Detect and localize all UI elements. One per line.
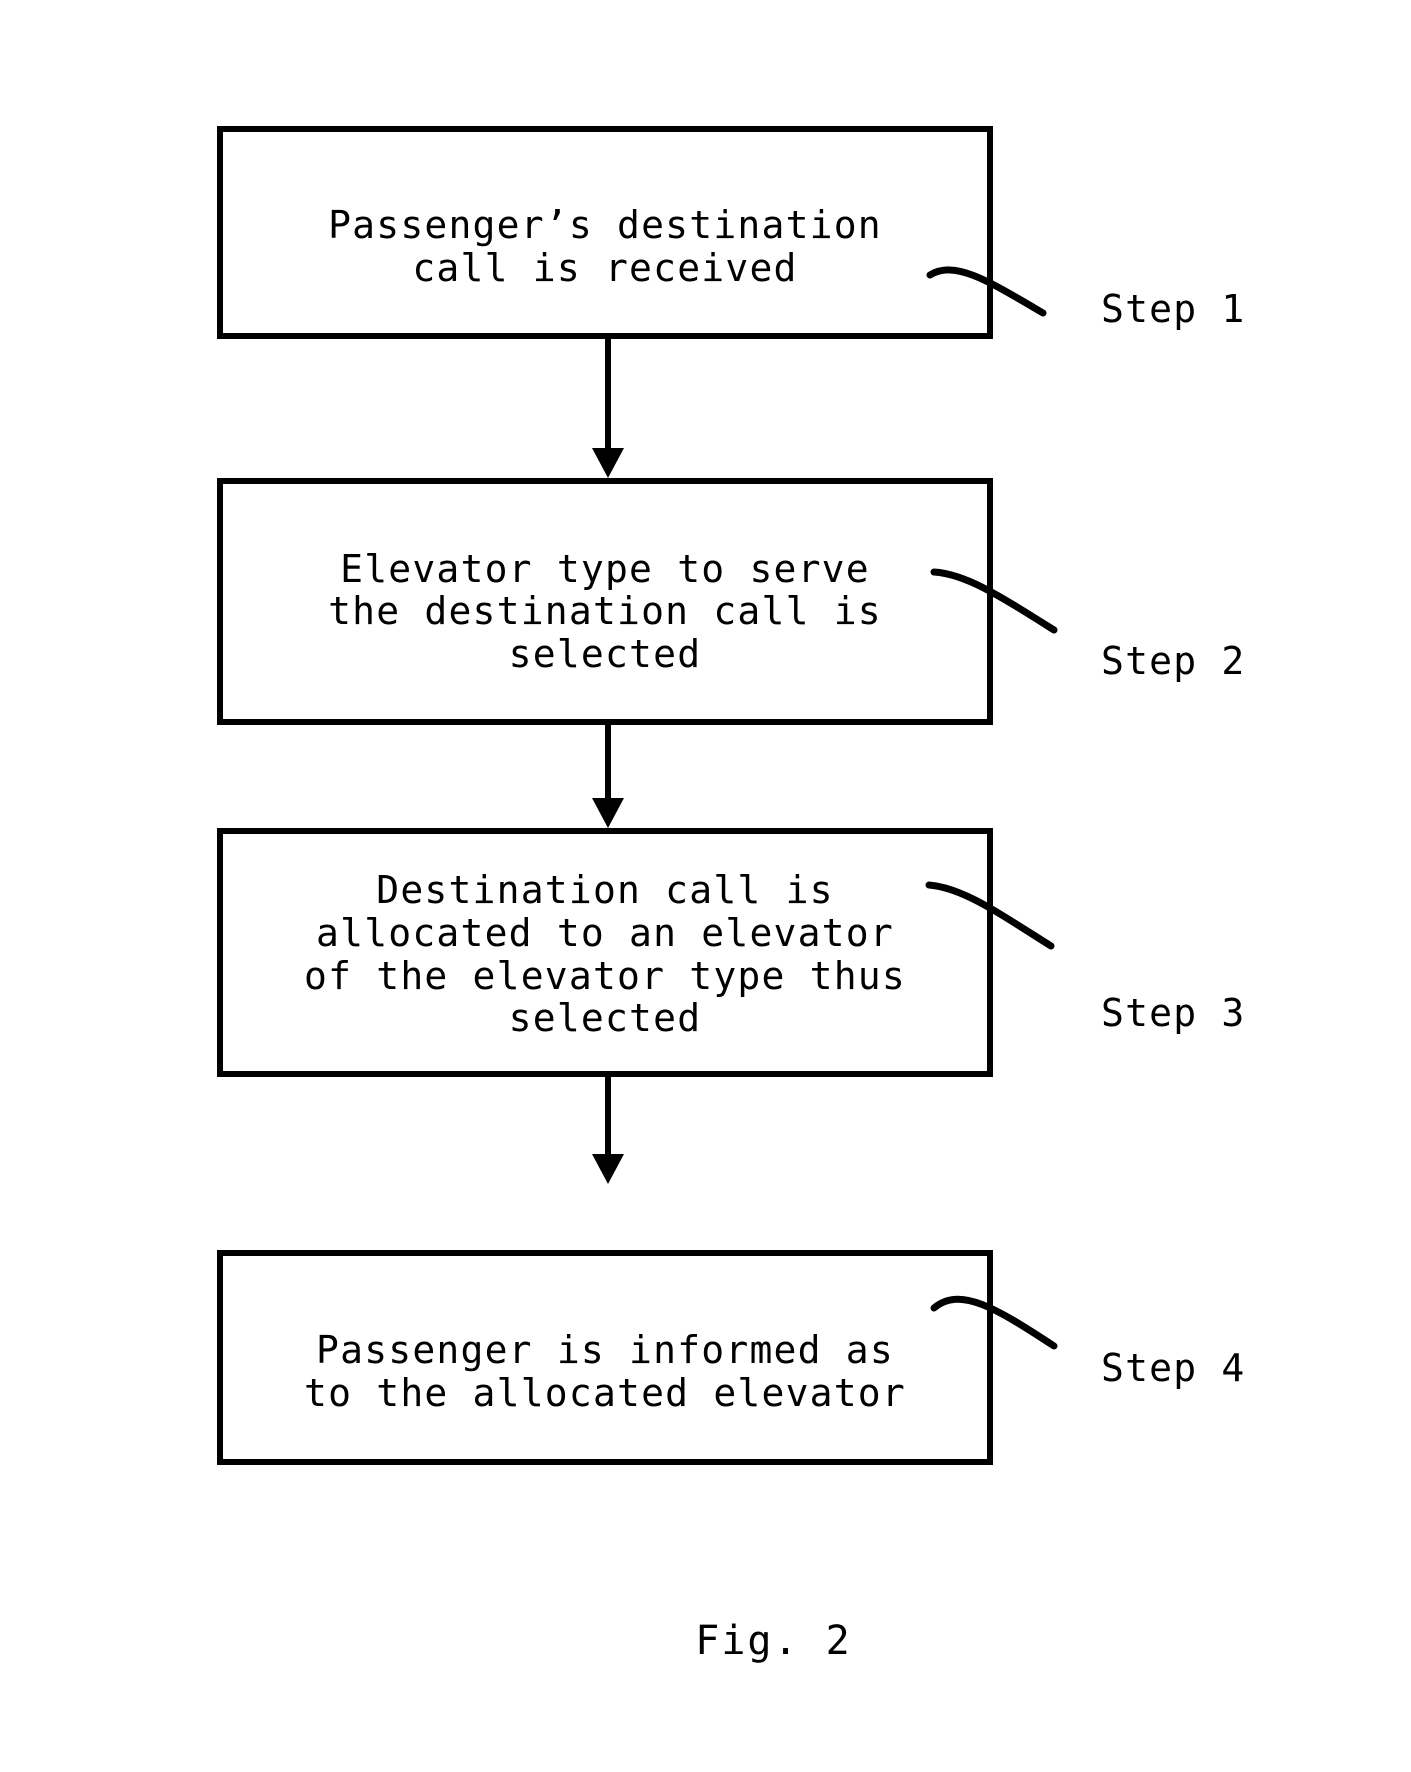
flow-arrow-step1-to-step2 [578,333,638,483]
process-box-step-4-text: Passenger is informed as to the allocate… [304,1327,906,1415]
flow-arrow-head-icon [592,798,624,828]
process-box-step-3: Destination call is allocated to an elev… [217,828,993,1077]
process-box-step-2-text: Elevator type to serve the destination c… [328,546,882,676]
step-label-1: Step 1 [1101,287,1246,331]
leader-line-step-1 [926,266,1047,317]
flow-arrow-shaft [605,719,611,803]
process-box-step-1: Passenger’s destination call is received [217,126,993,339]
figure-caption: Fig. 2 [695,1618,852,1664]
flow-arrow-head-icon [592,448,624,478]
flow-arrow-head-icon [592,1154,624,1184]
process-box-step-4: Passenger is informed as to the allocate… [217,1250,993,1465]
flow-arrow-step3-to-step4 [578,1071,638,1191]
leader-line-step-4 [930,1295,1058,1350]
flow-arrow-shaft [605,1071,611,1159]
step-label-4: Step 4 [1101,1346,1246,1390]
step-label-2: Step 2 [1101,639,1246,683]
flow-arrow-shaft [605,333,611,453]
process-box-step-3-text: Destination call is allocated to an elev… [304,868,906,1041]
leader-line-step-2 [930,568,1058,634]
process-box-step-1-text: Passenger’s destination call is received [328,202,882,290]
leader-line-step-3 [925,881,1055,950]
step-label-3: Step 3 [1101,991,1246,1035]
flow-arrow-step2-to-step3 [578,719,638,835]
process-box-step-2: Elevator type to serve the destination c… [217,478,993,725]
patent-figure-sheet: Passenger’s destination call is received… [0,0,1411,1772]
